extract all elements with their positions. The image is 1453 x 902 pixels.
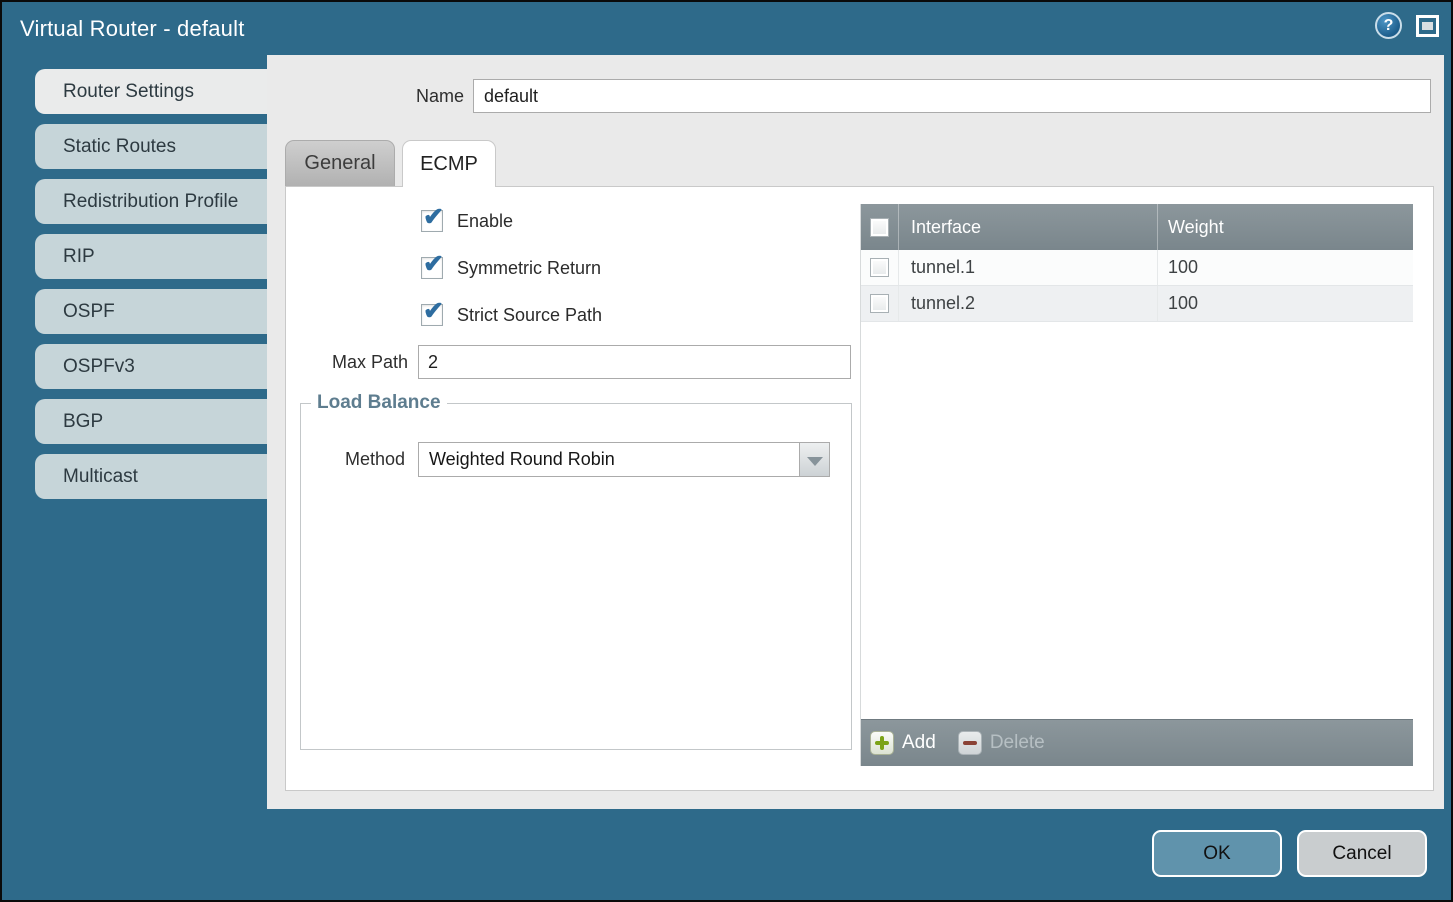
popout-window-icon[interactable] <box>1416 15 1439 37</box>
enable-label: Enable <box>457 211 513 232</box>
cell-interface: tunnel.2 <box>898 286 1157 321</box>
sidebar-item-router-settings[interactable]: Router Settings <box>35 69 267 114</box>
dialog-window: Virtual Router - default ? Router Settin… <box>0 0 1453 902</box>
sidebar: Router Settings Static Routes Redistribu… <box>2 69 267 509</box>
cell-weight: 100 <box>1157 286 1413 321</box>
strict-source-path-label: Strict Source Path <box>457 305 602 326</box>
table-header: Interface Weight <box>861 204 1413 250</box>
sidebar-item-rip[interactable]: RIP <box>35 234 267 279</box>
row-checkbox[interactable] <box>870 258 889 277</box>
method-row: Method Weighted Round Robin <box>301 442 851 477</box>
method-select[interactable]: Weighted Round Robin <box>418 442 830 477</box>
sidebar-item-multicast[interactable]: Multicast <box>35 454 267 499</box>
question-glyph: ? <box>1384 17 1394 35</box>
name-row: Name <box>267 79 1444 113</box>
virtual-router-dialog: Virtual Router - default ? Router Settin… <box>2 2 1451 900</box>
sidebar-item-ospf[interactable]: OSPF <box>35 289 267 334</box>
table-row-tunnel2[interactable]: tunnel.2 100 <box>861 286 1413 322</box>
titlebar-icons: ? <box>1375 12 1439 39</box>
symmetric-return-checkbox[interactable] <box>421 257 443 279</box>
name-input[interactable] <box>473 79 1431 113</box>
cell-interface: tunnel.1 <box>898 250 1157 285</box>
cancel-button[interactable]: Cancel <box>1297 830 1427 877</box>
cell-weight: 100 <box>1157 250 1413 285</box>
table-toolbar: Add Delete <box>861 719 1413 766</box>
add-label: Add <box>902 732 936 754</box>
max-path-input[interactable] <box>418 345 851 379</box>
plus-icon <box>870 731 894 755</box>
add-button[interactable]: Add <box>870 731 936 755</box>
max-path-label: Max Path <box>286 352 408 373</box>
load-balance-legend: Load Balance <box>311 392 447 414</box>
load-balance-fieldset: Load Balance Method Weighted Round Robin <box>300 392 852 750</box>
select-all-checkbox[interactable] <box>870 218 889 237</box>
select-all-cell <box>861 218 898 237</box>
content-panel: Name General ECMP Enable Symmetric Retur… <box>267 55 1444 809</box>
enable-checkbox[interactable] <box>421 210 443 232</box>
minus-icon <box>958 731 982 755</box>
enable-checkbox-row: Enable <box>421 209 513 233</box>
ok-button[interactable]: OK <box>1152 830 1282 877</box>
sidebar-item-static-routes[interactable]: Static Routes <box>35 124 267 169</box>
method-label: Method <box>301 449 405 470</box>
sidebar-item-bgp[interactable]: BGP <box>35 399 267 444</box>
row-checkbox-cell <box>861 258 898 277</box>
chevron-down-icon[interactable] <box>799 443 829 476</box>
delete-button[interactable]: Delete <box>958 731 1045 755</box>
tab-general[interactable]: General <box>285 140 395 186</box>
column-header-weight[interactable]: Weight <box>1157 204 1413 250</box>
tab-ecmp[interactable]: ECMP <box>402 140 496 187</box>
dialog-title: Virtual Router - default <box>20 16 245 42</box>
symmetric-return-checkbox-row: Symmetric Return <box>421 256 601 280</box>
table-empty-area <box>861 322 1413 719</box>
symmetric-return-label: Symmetric Return <box>457 258 601 279</box>
delete-label: Delete <box>990 732 1045 754</box>
table-row-tunnel1[interactable]: tunnel.1 100 <box>861 250 1413 286</box>
name-label: Name <box>267 86 464 107</box>
row-checkbox-cell <box>861 294 898 313</box>
sidebar-item-ospfv3[interactable]: OSPFv3 <box>35 344 267 389</box>
strict-source-path-checkbox[interactable] <box>421 304 443 326</box>
titlebar: Virtual Router - default ? <box>2 2 1451 55</box>
window-inner-rect <box>1422 22 1433 30</box>
ecmp-interface-table: Interface Weight tunnel.1 100 <box>860 204 1413 766</box>
method-selected-value: Weighted Round Robin <box>429 449 615 470</box>
column-header-interface[interactable]: Interface <box>898 204 1157 250</box>
tab-bar: General ECMP <box>285 140 496 187</box>
max-path-row: Max Path <box>286 345 852 379</box>
ecmp-tab-panel: Enable Symmetric Return Strict Source Pa… <box>285 186 1434 791</box>
row-checkbox[interactable] <box>870 294 889 313</box>
sidebar-item-redistribution-profile[interactable]: Redistribution Profile <box>35 179 267 224</box>
help-icon[interactable]: ? <box>1375 12 1402 39</box>
strict-source-path-checkbox-row: Strict Source Path <box>421 303 602 327</box>
